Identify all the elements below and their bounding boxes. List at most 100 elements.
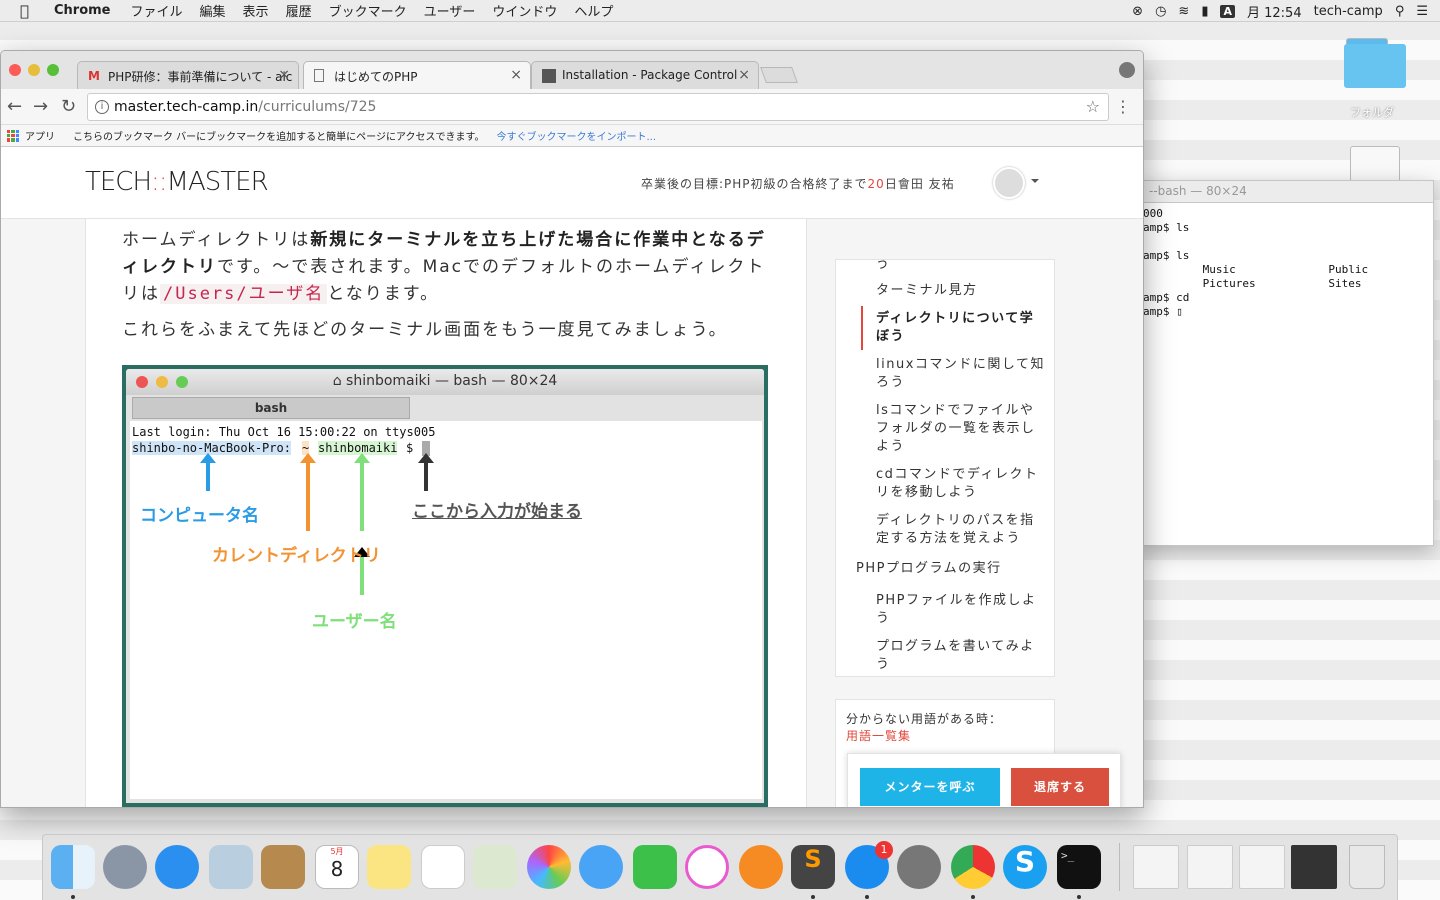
time-machine-icon[interactable]: ◷ bbox=[1155, 4, 1166, 19]
stack-thumbnail-icon[interactable] bbox=[1291, 845, 1337, 889]
photo-viewer-icon[interactable] bbox=[473, 845, 517, 889]
tab-hajimete-php[interactable]: はじめてのPHP × bbox=[303, 61, 531, 89]
close-tab-icon[interactable]: × bbox=[510, 67, 522, 83]
menu-user[interactable]: ユーザー bbox=[424, 1, 476, 20]
facetime-icon[interactable] bbox=[633, 845, 677, 889]
menu-clock[interactable]: 月 12:54 bbox=[1247, 2, 1302, 21]
reload-icon[interactable]: ↻ bbox=[61, 96, 76, 117]
chrome-icon[interactable] bbox=[951, 845, 995, 889]
import-bookmarks-link[interactable]: 今すぐブックマークをインポート... bbox=[496, 128, 656, 143]
terminal-icon[interactable]: >_ bbox=[1057, 845, 1101, 889]
annotation-input-start: ここから入力が始まる bbox=[412, 502, 582, 522]
calendar-icon[interactable]: 5月 8 bbox=[315, 845, 359, 889]
toc-item[interactable]: PHPファイルを作成しよう bbox=[876, 592, 1048, 628]
contacts-icon[interactable] bbox=[261, 845, 305, 889]
close-tab-icon[interactable]: × bbox=[278, 67, 290, 83]
toc-item[interactable]: プログラムを書いてみよう bbox=[876, 638, 1048, 674]
photos-icon[interactable] bbox=[527, 845, 571, 889]
toc-item[interactable]: cdコマンドでディレクトリを移動しよう bbox=[876, 466, 1048, 502]
dock: 5月 8 S 1 S >_ bbox=[42, 834, 1398, 900]
terminal-title: --bash — 80×24 bbox=[1141, 181, 1433, 203]
input-mode-badge[interactable]: A bbox=[1220, 4, 1235, 18]
menu-window[interactable]: ウインドウ bbox=[492, 1, 557, 20]
chevron-down-icon[interactable] bbox=[1031, 179, 1039, 187]
info-icon[interactable]: i bbox=[95, 100, 109, 114]
apple-icon[interactable]:  bbox=[20, 2, 38, 20]
house-icon: ⌂ bbox=[332, 373, 342, 389]
arrow-up-icon bbox=[354, 453, 370, 531]
screenshot-tab: bash bbox=[132, 397, 410, 419]
messages-icon[interactable] bbox=[579, 845, 623, 889]
menu-bar:  Chrome ファイル 編集 表示 履歴 ブックマーク ユーザー ウインドウ… bbox=[0, 0, 1440, 22]
menu-history[interactable]: 履歴 bbox=[286, 1, 312, 20]
toc-item[interactable]: ターミナル見方 bbox=[876, 282, 1048, 300]
close-circle-icon[interactable]: ⊗ bbox=[1132, 4, 1143, 19]
forward-icon[interactable]: → bbox=[33, 96, 48, 117]
tab-gmail[interactable]: M PHP研修：事前準備について - aic × bbox=[77, 61, 299, 89]
launchpad-icon[interactable] bbox=[103, 845, 147, 889]
toc-section[interactable]: PHPプログラムの実行 bbox=[856, 560, 1028, 578]
call-mentor-button[interactable]: メンターを呼ぶ bbox=[860, 768, 1000, 806]
toc-item[interactable]: linuxコマンドに関して知ろう bbox=[876, 356, 1048, 392]
back-icon[interactable]: ← bbox=[7, 96, 22, 117]
chrome-menu-icon[interactable]: ⋮ bbox=[1115, 97, 1131, 116]
menu-file[interactable]: ファイル bbox=[131, 1, 183, 20]
annotation-current-directory: カレントディレクトリ bbox=[212, 546, 381, 566]
screenshot-prompt: $ bbox=[406, 441, 414, 455]
action-panel: メンターを呼ぶ 退席する bbox=[847, 753, 1121, 807]
stack-thumbnail-icon[interactable] bbox=[1239, 845, 1285, 889]
battery-icon[interactable]: ▮ bbox=[1201, 4, 1208, 19]
sublime-text-icon[interactable]: S bbox=[791, 845, 835, 889]
menu-view[interactable]: 表示 bbox=[243, 1, 269, 20]
screenshot-titlebar: ⌂ shinbomaiki — bash — 80×24 bbox=[126, 369, 764, 395]
close-window-icon[interactable] bbox=[9, 64, 21, 76]
finder-icon[interactable] bbox=[51, 845, 95, 889]
safari-icon[interactable] bbox=[155, 845, 199, 889]
new-tab-button[interactable] bbox=[760, 67, 798, 83]
close-tab-icon[interactable]: × bbox=[738, 67, 750, 83]
toc-item-active[interactable]: ディレクトリについて学ぼう bbox=[876, 310, 1048, 346]
menu-app-name[interactable]: Chrome bbox=[54, 3, 111, 18]
zoom-window-icon[interactable] bbox=[47, 64, 59, 76]
terminal-screenshot: ⌂ shinbomaiki — bash — 80×24 bash Last l… bbox=[122, 365, 768, 807]
profile-icon[interactable] bbox=[1119, 62, 1135, 78]
glossary-link[interactable]: 用語一覧集 bbox=[846, 727, 1044, 744]
notification-list-icon[interactable]: ☰ bbox=[1416, 4, 1428, 19]
skype-icon[interactable]: S bbox=[1003, 845, 1047, 889]
browser-toolbar: ← → ↻ i master.tech-camp.in/curriculums/… bbox=[1, 89, 1143, 125]
tab-strip: M PHP研修：事前準備について - aic × はじめてのPHP × Inst… bbox=[1, 51, 1143, 89]
avatar[interactable] bbox=[993, 167, 1025, 199]
toc-item[interactable]: lsコマンドでファイルやフォルダの一覧を表示しよう bbox=[876, 402, 1048, 456]
menu-help[interactable]: ヘルプ bbox=[574, 1, 613, 20]
menu-user-name[interactable]: tech-camp bbox=[1314, 4, 1383, 19]
terminal-output[interactable]: 000 amp$ ls amp$ ls Music Public Picture… bbox=[1141, 203, 1433, 323]
wifi-icon[interactable]: ≋ bbox=[1178, 4, 1189, 19]
menu-edit[interactable]: 編集 bbox=[200, 1, 226, 20]
folder-label[interactable]: フォルダ bbox=[1350, 104, 1394, 120]
terminal-window[interactable]: --bash — 80×24 000 amp$ ls amp$ ls Music… bbox=[1140, 180, 1434, 546]
tab-package-control[interactable]: Installation - Package Control × bbox=[531, 61, 759, 89]
notes-icon[interactable] bbox=[367, 845, 411, 889]
toc-item[interactable]: ディレクトリのパスを指定する方法を覚えよう bbox=[876, 512, 1048, 548]
folder-icon[interactable] bbox=[1344, 38, 1406, 88]
stack-thumbnail-icon[interactable] bbox=[1133, 845, 1179, 889]
menu-bookmarks[interactable]: ブックマーク bbox=[329, 1, 407, 20]
table-of-contents: う ターミナル見方 ディレクトリについて学ぼう linuxコマンドに関して知ろう… bbox=[835, 259, 1055, 677]
trash-icon[interactable] bbox=[1349, 845, 1385, 889]
reminders-icon[interactable] bbox=[421, 845, 465, 889]
drive-icon[interactable] bbox=[1350, 146, 1400, 182]
apps-shortcut[interactable]: アプリ bbox=[7, 128, 55, 143]
bookmark-star-icon[interactable]: ☆ bbox=[1086, 97, 1100, 116]
address-bar[interactable]: i master.tech-camp.in/curriculums/725 ☆ bbox=[87, 93, 1109, 121]
stack-thumbnail-icon[interactable] bbox=[1187, 845, 1233, 889]
spotlight-icon[interactable]: ⚲ bbox=[1395, 4, 1405, 19]
arrow-up-icon bbox=[300, 453, 316, 531]
toc-item[interactable]: う bbox=[876, 260, 1048, 274]
leave-button[interactable]: 退席する bbox=[1011, 768, 1109, 806]
mail-icon[interactable] bbox=[209, 845, 253, 889]
itunes-icon[interactable] bbox=[685, 845, 729, 889]
minimize-window-icon[interactable] bbox=[28, 64, 40, 76]
site-logo[interactable]: TECH::MASTER bbox=[85, 167, 269, 197]
system-preferences-icon[interactable] bbox=[897, 845, 941, 889]
ibooks-icon[interactable] bbox=[739, 845, 783, 889]
